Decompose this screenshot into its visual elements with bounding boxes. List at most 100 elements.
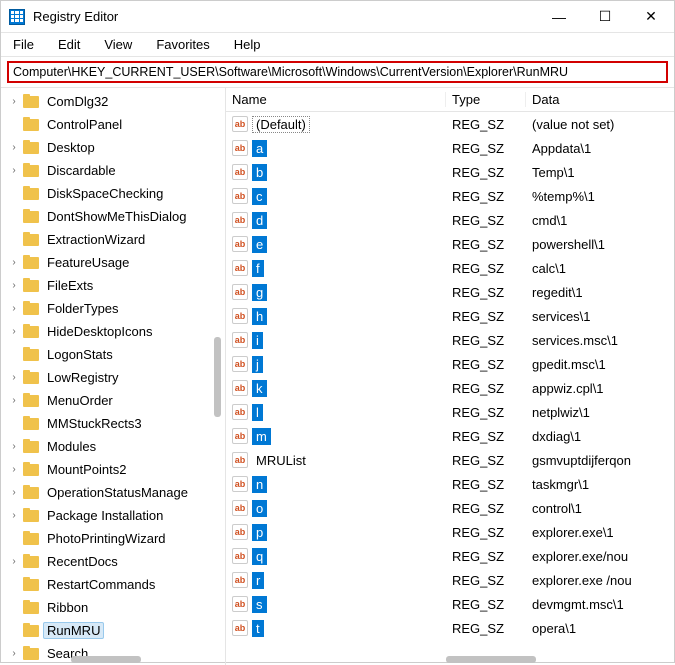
tree-item-label: MMStuckRects3 xyxy=(43,415,146,432)
menu-view[interactable]: View xyxy=(100,35,136,54)
chevron-right-icon[interactable]: › xyxy=(7,647,21,661)
tree-item-label: RunMRU xyxy=(43,622,104,639)
close-button[interactable]: ✕ xyxy=(628,1,674,32)
tree-item-label: FeatureUsage xyxy=(43,254,133,271)
chevron-right-icon[interactable]: › xyxy=(7,325,21,339)
value-type: REG_SZ xyxy=(446,309,526,324)
menu-edit[interactable]: Edit xyxy=(54,35,84,54)
value-type: REG_SZ xyxy=(446,213,526,228)
tree-item-label: LogonStats xyxy=(43,346,117,363)
tree-vscrollbar[interactable] xyxy=(214,337,221,417)
list-row[interactable]: abcREG_SZ%temp%\1 xyxy=(226,184,674,208)
chevron-right-icon[interactable]: › xyxy=(7,440,21,454)
tree-item[interactable]: RestartCommands xyxy=(1,573,225,596)
tree-item-label: RecentDocs xyxy=(43,553,122,570)
chevron-right-icon[interactable]: › xyxy=(7,555,21,569)
folder-icon xyxy=(23,140,39,156)
list-row[interactable]: abgREG_SZregedit\1 xyxy=(226,280,674,304)
tree-item[interactable]: ControlPanel xyxy=(1,113,225,136)
menu-favorites[interactable]: Favorites xyxy=(152,35,213,54)
tree-item[interactable]: ExtractionWizard xyxy=(1,228,225,251)
list-row[interactable]: abnREG_SZtaskmgr\1 xyxy=(226,472,674,496)
value-data: taskmgr\1 xyxy=(526,477,674,492)
maximize-button[interactable]: ☐ xyxy=(582,1,628,32)
tree-item[interactable]: LogonStats xyxy=(1,343,225,366)
tree-item[interactable]: DiskSpaceChecking xyxy=(1,182,225,205)
tree-item[interactable]: ›ComDlg32 xyxy=(1,90,225,113)
tree-item-label: DiskSpaceChecking xyxy=(43,185,167,202)
list-row[interactable]: abrREG_SZexplorer.exe /nou xyxy=(226,568,674,592)
menu-file[interactable]: File xyxy=(9,35,38,54)
list-row[interactable]: absREG_SZdevmgmt.msc\1 xyxy=(226,592,674,616)
list-hscrollbar[interactable] xyxy=(446,656,536,663)
tree-item[interactable]: ›Package Installation xyxy=(1,504,225,527)
tree-item[interactable]: Ribbon xyxy=(1,596,225,619)
list-row[interactable]: abmREG_SZdxdiag\1 xyxy=(226,424,674,448)
tree-item[interactable]: ›HideDesktopIcons xyxy=(1,320,225,343)
tree-item[interactable]: MMStuckRects3 xyxy=(1,412,225,435)
list-row[interactable]: abfREG_SZcalc\1 xyxy=(226,256,674,280)
chevron-right-icon[interactable]: › xyxy=(7,302,21,316)
folder-icon xyxy=(23,646,39,662)
value-data: regedit\1 xyxy=(526,285,674,300)
tree-item[interactable]: ›LowRegistry xyxy=(1,366,225,389)
chevron-right-icon[interactable]: › xyxy=(7,371,21,385)
chevron-right-icon[interactable]: › xyxy=(7,141,21,155)
list-row[interactable]: abjREG_SZgpedit.msc\1 xyxy=(226,352,674,376)
tree-item[interactable]: ›MountPoints2 xyxy=(1,458,225,481)
tree-item[interactable]: ›MenuOrder xyxy=(1,389,225,412)
tree-item-label: ExtractionWizard xyxy=(43,231,149,248)
tree-item[interactable]: RunMRU xyxy=(1,619,225,642)
chevron-right-icon[interactable]: › xyxy=(7,164,21,178)
list-row[interactable]: abpREG_SZexplorer.exe\1 xyxy=(226,520,674,544)
chevron-right-icon[interactable]: › xyxy=(7,486,21,500)
chevron-right-icon[interactable]: › xyxy=(7,463,21,477)
tree-item-label: PhotoPrintingWizard xyxy=(43,530,170,547)
address-input[interactable]: Computer\HKEY_CURRENT_USER\Software\Micr… xyxy=(7,61,668,83)
string-value-icon: ab xyxy=(232,356,248,372)
tree-item[interactable]: PhotoPrintingWizard xyxy=(1,527,225,550)
tree-item[interactable]: › FeatureUsage xyxy=(1,251,225,274)
value-data: calc\1 xyxy=(526,261,674,276)
tree-item[interactable]: ›Modules xyxy=(1,435,225,458)
col-header-name[interactable]: Name xyxy=(226,92,446,107)
list-row[interactable]: ab(Default)REG_SZ(value not set) xyxy=(226,112,674,136)
chevron-right-icon[interactable]: › xyxy=(7,256,21,270)
tree-item[interactable]: › RecentDocs xyxy=(1,550,225,573)
list-row[interactable]: aboREG_SZcontrol\1 xyxy=(226,496,674,520)
list-row[interactable]: abiREG_SZservices.msc\1 xyxy=(226,328,674,352)
list-row[interactable]: abeREG_SZpowershell\1 xyxy=(226,232,674,256)
tree-item[interactable]: ›Discardable xyxy=(1,159,225,182)
list-row[interactable]: abMRUListREG_SZgsmvuptdijferqon xyxy=(226,448,674,472)
tree-item[interactable]: ›FileExts xyxy=(1,274,225,297)
string-value-icon: ab xyxy=(232,260,248,276)
col-header-data[interactable]: Data xyxy=(526,92,674,107)
col-header-type[interactable]: Type xyxy=(446,92,526,107)
list-row[interactable]: abhREG_SZservices\1 xyxy=(226,304,674,328)
value-name: a xyxy=(252,140,267,157)
tree-hscrollbar[interactable] xyxy=(71,656,141,663)
value-name: f xyxy=(252,260,264,277)
list-row[interactable]: abaREG_SZAppdata\1 xyxy=(226,136,674,160)
list-row[interactable]: ablREG_SZnetplwiz\1 xyxy=(226,400,674,424)
menu-help[interactable]: Help xyxy=(230,35,265,54)
tree-item[interactable]: ›OperationStatusManage xyxy=(1,481,225,504)
list-row[interactable]: abkREG_SZappwiz.cpl\1 xyxy=(226,376,674,400)
list-row[interactable]: abbREG_SZTemp\1 xyxy=(226,160,674,184)
value-name: MRUList xyxy=(252,452,310,469)
tree-item-label: Desktop xyxy=(43,139,99,156)
chevron-right-icon[interactable]: › xyxy=(7,394,21,408)
tree-item[interactable]: DontShowMeThisDialog xyxy=(1,205,225,228)
chevron-right-icon[interactable]: › xyxy=(7,95,21,109)
list-row[interactable]: abqREG_SZexplorer.exe/nou xyxy=(226,544,674,568)
tree-item[interactable]: ›FolderTypes xyxy=(1,297,225,320)
chevron-right-icon[interactable]: › xyxy=(7,279,21,293)
window-title: Registry Editor xyxy=(33,9,536,24)
minimize-button[interactable]: — xyxy=(536,1,582,32)
chevron-right-icon[interactable]: › xyxy=(7,509,21,523)
list-row[interactable]: abdREG_SZcmd\1 xyxy=(226,208,674,232)
string-value-icon: ab xyxy=(232,116,248,132)
string-value-icon: ab xyxy=(232,500,248,516)
list-row[interactable]: abtREG_SZopera\1 xyxy=(226,616,674,640)
tree-item[interactable]: › Desktop xyxy=(1,136,225,159)
